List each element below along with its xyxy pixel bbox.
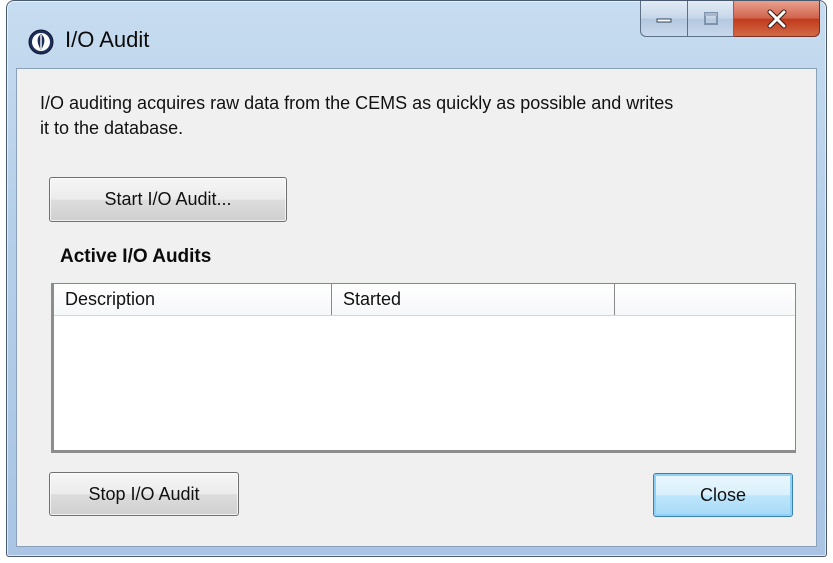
- start-audit-button[interactable]: Start I/O Audit...: [49, 177, 287, 222]
- close-icon: [767, 9, 786, 28]
- dialog-client-area: I/O auditing acquires raw data from the …: [16, 68, 817, 547]
- stop-audit-button[interactable]: Stop I/O Audit: [49, 472, 239, 516]
- minimize-button[interactable]: [640, 1, 688, 37]
- maximize-button[interactable]: [688, 1, 734, 37]
- close-window-button[interactable]: [734, 1, 820, 37]
- active-audits-list[interactable]: Description Started: [51, 283, 796, 453]
- caption-buttons: [640, 1, 820, 39]
- column-header-description[interactable]: Description: [54, 284, 332, 315]
- description-text: I/O auditing acquires raw data from the …: [40, 93, 674, 138]
- maximize-icon: [703, 11, 718, 25]
- window-title: I/O Audit: [65, 27, 150, 52]
- close-button[interactable]: Close: [653, 473, 793, 517]
- title-bar[interactable]: I/O Audit: [7, 1, 826, 63]
- dialog-window: I/O Audit I/O auditing acquires raw data…: [6, 0, 827, 557]
- column-header-empty[interactable]: [615, 284, 795, 315]
- minimize-icon: [656, 18, 672, 22]
- column-header-started[interactable]: Started: [332, 284, 615, 315]
- active-audits-heading: Active I/O Audits: [60, 246, 212, 267]
- list-header: Description Started: [54, 284, 795, 316]
- app-leaf-icon: [28, 29, 54, 55]
